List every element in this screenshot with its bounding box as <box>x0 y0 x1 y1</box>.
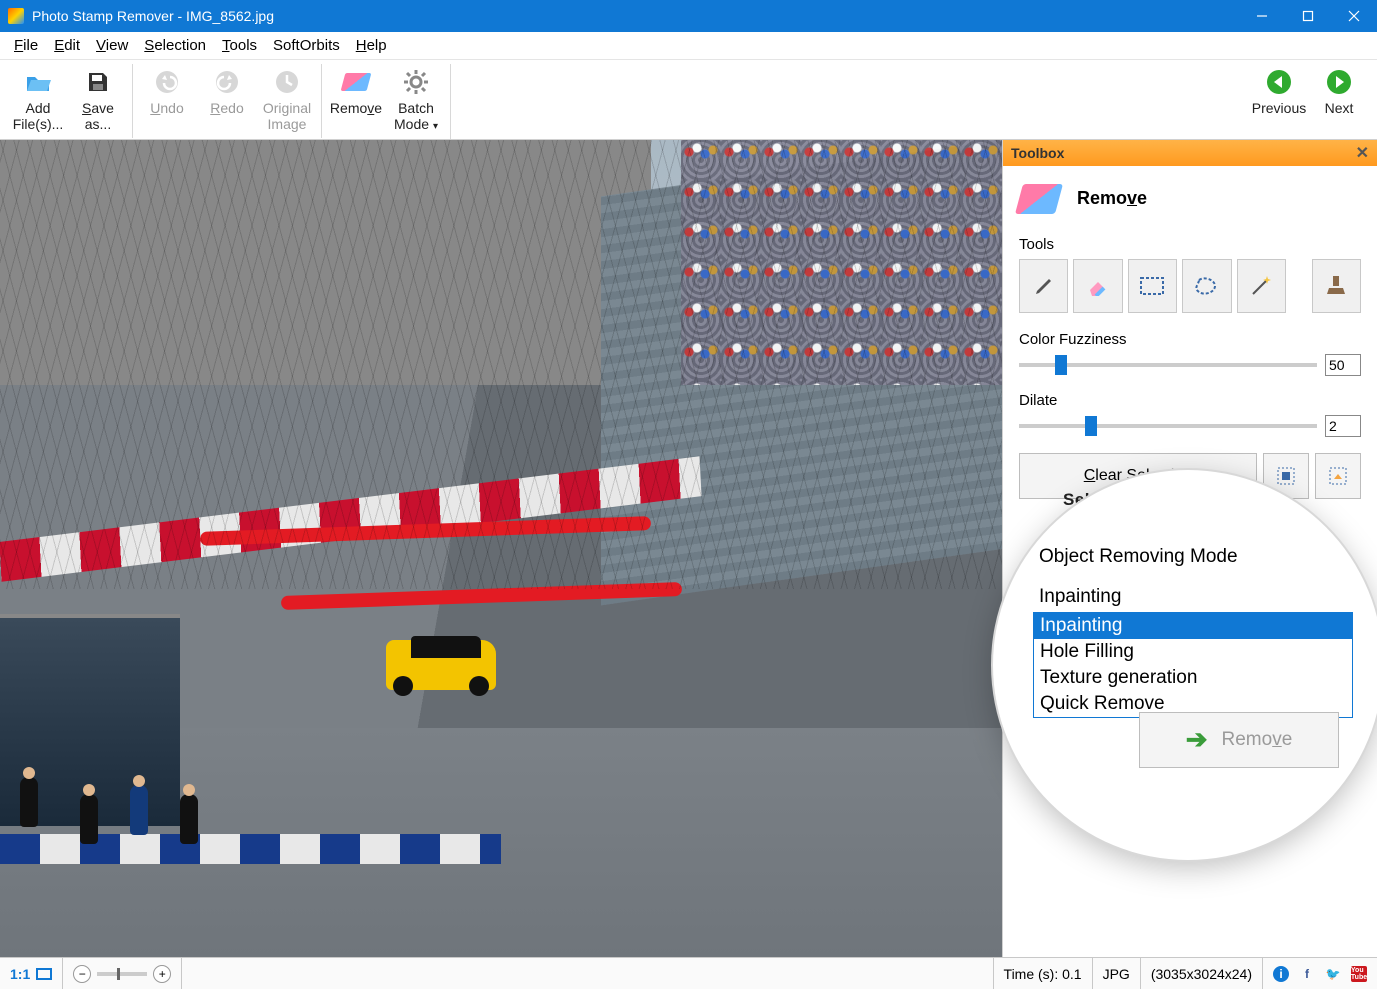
apply-arrow-icon: ➔ <box>1186 724 1208 755</box>
close-button[interactable] <box>1331 0 1377 32</box>
remove-button[interactable]: Remove <box>326 64 386 139</box>
info-icon[interactable]: i <box>1273 966 1289 982</box>
batch-mode-button[interactable]: BatchMode ▾ <box>386 64 446 139</box>
menu-edit[interactable]: Edit <box>46 35 88 56</box>
youtube-icon[interactable]: YouTube <box>1351 966 1367 982</box>
gear-icon <box>402 68 430 96</box>
previous-icon <box>1265 68 1293 96</box>
folder-open-icon <box>24 68 52 96</box>
app-icon <box>8 8 24 24</box>
freeform-select-tool[interactable] <box>1182 259 1231 313</box>
magic-wand-tool[interactable] <box>1237 259 1286 313</box>
eraser-icon <box>342 68 370 96</box>
undo-button[interactable]: Undo <box>137 64 197 138</box>
facebook-icon[interactable]: f <box>1299 966 1315 982</box>
toolbox-title: Toolbox <box>1011 145 1064 161</box>
zoom-slider-cell: − + <box>63 958 182 989</box>
status-time: Time (s): 0.1 <box>994 958 1093 989</box>
next-icon <box>1325 68 1353 96</box>
menu-softorbits[interactable]: SoftOrbits <box>265 35 348 56</box>
tools-label: Tools <box>1019 236 1361 253</box>
twitter-icon[interactable]: 🐦 <box>1325 966 1341 982</box>
maximize-button[interactable] <box>1285 0 1331 32</box>
rectangle-select-tool[interactable] <box>1128 259 1177 313</box>
window-title: Photo Stamp Remover - IMG_8562.jpg <box>32 8 274 24</box>
dilate-slider[interactable] <box>1019 424 1317 428</box>
menu-file[interactable]: File <box>6 35 46 56</box>
original-image-button[interactable]: OriginalImage <box>257 64 317 138</box>
mode-option-hole-filling[interactable]: Hole Filling <box>1034 639 1352 665</box>
undo-icon <box>153 68 181 96</box>
toolbox-header: Toolbox ✕ <box>1003 140 1377 166</box>
save-as-button[interactable]: Saveas... <box>68 64 128 138</box>
menu-view[interactable]: View <box>88 35 136 56</box>
image-preview[interactable] <box>0 140 1002 957</box>
menu-selection[interactable]: Selection <box>136 35 214 56</box>
minimize-button[interactable] <box>1239 0 1285 32</box>
titlebar: Photo Stamp Remover - IMG_8562.jpg <box>0 0 1377 32</box>
toolbox-panel: Toolbox ✕ Remove Tools Color Fuzziness <box>1002 140 1377 957</box>
save-icon <box>84 68 112 96</box>
magnifier-remove-button[interactable]: ➔ Remove <box>1139 712 1339 768</box>
magnifier-overlay: Object Removing Mode Inpainting Inpainti… <box>993 470 1377 860</box>
color-fuzziness-slider[interactable] <box>1019 363 1317 367</box>
car-object <box>381 630 501 700</box>
history-icon <box>273 68 301 96</box>
zoom-slider[interactable] <box>97 972 147 976</box>
load-selection-button[interactable] <box>1315 453 1361 499</box>
statusbar: 1:1 − + Time (s): 0.1 JPG (3035x3024x24)… <box>0 957 1377 989</box>
menu-help[interactable]: Help <box>348 35 395 56</box>
mode-dropdown-list[interactable]: Inpainting Hole Filling Texture generati… <box>1033 612 1353 718</box>
toolbox-close-icon[interactable]: ✕ <box>1356 143 1369 163</box>
mode-option-inpainting[interactable]: Inpainting <box>1034 613 1352 639</box>
redo-button[interactable]: Redo <box>197 64 257 138</box>
toolbar: AddFile(s)... Saveas... Undo Redo Origin… <box>0 60 1377 140</box>
canvas-area[interactable] <box>0 140 1002 957</box>
eraser-tool[interactable] <box>1073 259 1122 313</box>
tool-icons-row <box>1019 259 1361 313</box>
redo-icon <box>213 68 241 96</box>
mode-option-texture-generation[interactable]: Texture generation <box>1034 665 1352 691</box>
zoom-1to1-button[interactable]: 1:1 <box>0 958 63 989</box>
clone-stamp-tool[interactable] <box>1312 259 1361 313</box>
zoom-in-button[interactable]: + <box>153 965 171 983</box>
dilate-value[interactable] <box>1325 415 1361 437</box>
mode-selected-value[interactable]: Inpainting <box>1039 586 1353 608</box>
previous-button[interactable]: Previous <box>1249 64 1309 122</box>
eraser-icon <box>1015 184 1063 214</box>
zoom-out-button[interactable]: − <box>73 965 91 983</box>
color-fuzziness-value[interactable] <box>1325 354 1361 376</box>
next-button[interactable]: Next <box>1309 64 1369 122</box>
menu-tools[interactable]: Tools <box>214 35 265 56</box>
fit-screen-icon[interactable] <box>36 968 52 980</box>
status-dimensions: (3035x3024x24) <box>1141 958 1263 989</box>
add-files-button[interactable]: AddFile(s)... <box>8 64 68 138</box>
dilate-label: Dilate <box>1019 392 1361 409</box>
status-format: JPG <box>1093 958 1141 989</box>
menubar: File Edit View Selection Tools SoftOrbit… <box>0 32 1377 60</box>
remove-section-label: Remove <box>1077 188 1147 209</box>
color-fuzziness-label: Color Fuzziness <box>1019 331 1361 348</box>
object-removing-mode-label: Object Removing Mode <box>1039 546 1353 568</box>
pencil-tool[interactable] <box>1019 259 1068 313</box>
